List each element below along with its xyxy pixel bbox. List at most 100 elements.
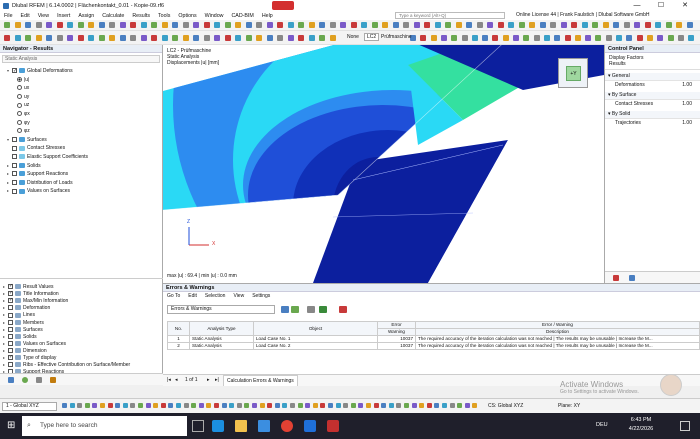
next-page-icon[interactable]: ▸	[207, 375, 210, 386]
task-view-icon[interactable]	[192, 420, 204, 432]
checkbox[interactable]	[8, 312, 13, 318]
tree-item[interactable]: ux	[17, 84, 29, 92]
data-tab-icon[interactable]	[8, 377, 14, 383]
model-viewport[interactable]: LC2 - Prüfmaschine Static Analysis Displ…	[163, 45, 604, 283]
status-tool-icon[interactable]	[267, 403, 273, 408]
errors-menu-edit[interactable]: Edit	[184, 292, 201, 300]
table-row[interactable]: 1 Static Analysis Load Case No. 1 10037 …	[167, 335, 700, 343]
radio-button[interactable]	[17, 85, 22, 91]
chrome-icon[interactable]	[281, 420, 293, 432]
toolbar-tool-icon[interactable]	[308, 22, 315, 28]
toolbar-tool-icon[interactable]	[172, 35, 178, 41]
toolbar-tool-icon[interactable]	[602, 22, 609, 28]
checkbox[interactable]	[8, 290, 13, 297]
toolbar-tool-icon[interactable]	[392, 22, 399, 28]
display-tree-item[interactable]: ▸ Lines	[3, 311, 35, 318]
toolbar-tool-icon[interactable]	[56, 22, 63, 28]
status-tool-icon[interactable]	[350, 403, 356, 408]
rfem-taskbar-icon[interactable]	[327, 420, 339, 432]
toolbar-tool-icon[interactable]	[502, 35, 509, 41]
load-case-selector[interactable]: LC2	[364, 33, 380, 41]
toolbar-tool-icon[interactable]	[616, 35, 622, 41]
checkbox[interactable]	[12, 67, 17, 75]
filter-icon[interactable]	[281, 306, 289, 313]
tree-item[interactable]: ▸ Solids	[7, 162, 41, 170]
display-tab-icon[interactable]	[22, 377, 28, 383]
errors-menu-view[interactable]: View	[229, 292, 248, 300]
toolbar-tool-icon[interactable]	[193, 35, 199, 41]
results-tab-icon[interactable]	[50, 377, 56, 383]
toolbar-tool-icon[interactable]	[214, 35, 220, 41]
toolbar-tool-icon[interactable]	[461, 35, 468, 41]
checkbox[interactable]	[12, 188, 17, 194]
errors-menu-selection[interactable]: Selection	[201, 292, 230, 300]
status-tool-icon[interactable]	[282, 403, 288, 408]
status-tool-icon[interactable]	[160, 403, 166, 408]
file-explorer-icon[interactable]	[235, 420, 247, 432]
print-icon[interactable]	[339, 306, 347, 313]
tree-item[interactable]: ▸ Support Reactions	[7, 170, 68, 178]
toolbar-tool-icon[interactable]	[46, 35, 52, 41]
toolbar-tool-icon[interactable]	[466, 22, 472, 28]
status-tool-icon[interactable]	[290, 403, 295, 408]
toolbar-tool-icon[interactable]	[665, 22, 672, 28]
toolbar-tool-icon[interactable]	[476, 22, 483, 28]
toolbar-tool-icon[interactable]	[256, 35, 262, 41]
outlook-icon[interactable]	[304, 420, 316, 432]
notification-icon[interactable]	[680, 421, 690, 431]
toolbar-tool-icon[interactable]	[482, 35, 489, 41]
select-icon[interactable]	[291, 306, 299, 313]
toolbar-tool-icon[interactable]	[688, 35, 695, 41]
toolbar-tool-icon[interactable]	[350, 22, 357, 28]
status-tool-icon[interactable]	[62, 403, 67, 408]
toolbar-tool-icon[interactable]	[182, 35, 189, 41]
toolbar-tool-icon[interactable]	[533, 35, 540, 41]
status-tool-icon[interactable]	[77, 403, 83, 408]
status-tool-icon[interactable]	[442, 403, 447, 408]
display-tree-item[interactable]: ▸ Dimension	[3, 347, 47, 354]
taskbar-search-input[interactable]: Type here to search	[22, 416, 187, 436]
toolbar-tool-icon[interactable]	[25, 22, 31, 28]
status-tool-icon[interactable]	[236, 403, 242, 408]
status-tool-icon[interactable]	[343, 403, 349, 408]
toolbar-tool-icon[interactable]	[266, 22, 273, 28]
toolbar-tool-icon[interactable]	[224, 35, 231, 41]
display-tree-item[interactable]: ▸ Deformation	[3, 304, 50, 311]
status-tool-icon[interactable]	[259, 403, 265, 408]
display-tree-item[interactable]: ▸Max/Min Information	[3, 297, 68, 304]
toolbar-tool-icon[interactable]	[340, 22, 346, 28]
status-tool-icon[interactable]	[122, 403, 128, 408]
tree-item[interactable]: ▸ Distribution of Loads	[7, 179, 73, 187]
errors-filter-dropdown[interactable]: Errors & Warnings	[167, 305, 275, 314]
radio-button[interactable]	[17, 111, 22, 117]
toolbar-tool-icon[interactable]	[98, 22, 105, 28]
toolbar-tool-icon[interactable]	[98, 35, 105, 41]
display-tree-item[interactable]: ▸ Solids	[3, 333, 37, 340]
toolbar-tool-icon[interactable]	[119, 22, 126, 28]
export-excel-icon[interactable]	[319, 306, 327, 313]
status-tool-icon[interactable]	[229, 403, 235, 408]
toolbar-tool-icon[interactable]	[424, 22, 430, 28]
status-tool-icon[interactable]	[100, 403, 105, 408]
checkbox[interactable]	[12, 162, 17, 168]
status-tool-icon[interactable]	[404, 403, 409, 408]
toolbar-tool-icon[interactable]	[613, 22, 619, 28]
factors-tab-icon[interactable]	[629, 275, 635, 281]
close-button[interactable]: ✕	[676, 0, 694, 11]
menu-window[interactable]: Window	[201, 13, 228, 19]
tree-item[interactable]: φy	[17, 119, 30, 127]
none-selector[interactable]: None	[347, 34, 359, 40]
toolbar-tool-icon[interactable]	[266, 35, 273, 41]
menu-tools[interactable]: Tools	[154, 13, 174, 19]
toolbar-tool-icon[interactable]	[550, 22, 556, 28]
toolbar-tool-icon[interactable]	[161, 22, 168, 28]
toolbar-tool-icon[interactable]	[88, 35, 94, 41]
status-tool-icon[interactable]	[221, 403, 227, 408]
errors-menu-settings[interactable]: Settings	[248, 292, 274, 300]
status-tool-icon[interactable]	[457, 403, 463, 408]
status-tool-icon[interactable]	[176, 403, 181, 408]
status-tool-icon[interactable]	[434, 403, 440, 408]
status-tool-icon[interactable]	[153, 403, 159, 408]
checkbox[interactable]	[8, 348, 13, 354]
toolbar-tool-icon[interactable]	[109, 22, 115, 28]
